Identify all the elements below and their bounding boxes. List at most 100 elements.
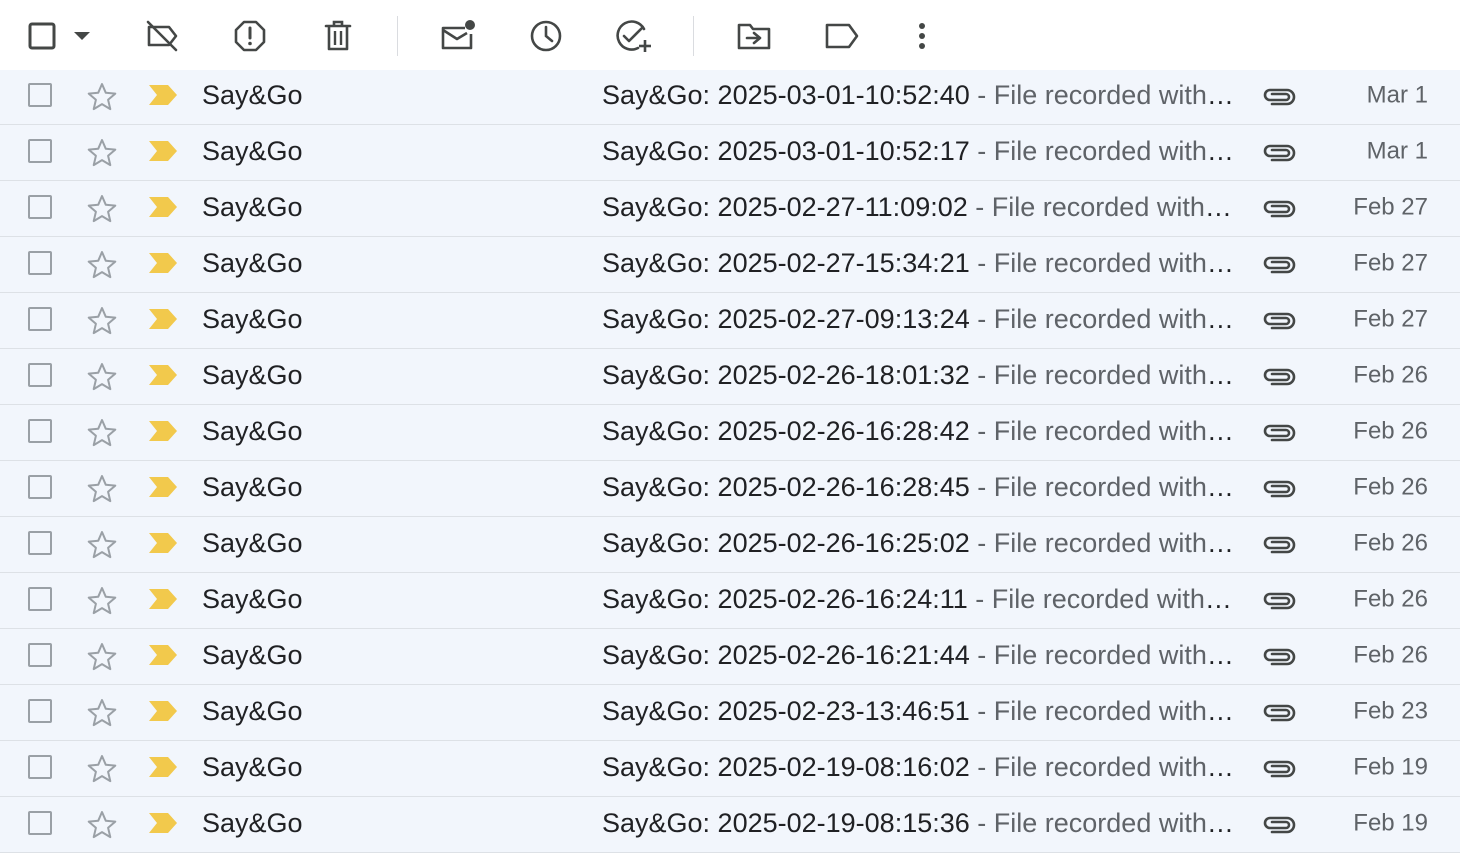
attachment-icon[interactable] (1260, 419, 1298, 447)
star-icon[interactable] (86, 193, 118, 225)
star-icon[interactable] (86, 249, 118, 281)
sender-name: Say&Go (202, 527, 303, 558)
row-checkbox[interactable] (28, 138, 52, 163)
snooze-button[interactable] (526, 16, 566, 56)
importance-marker-icon[interactable] (148, 588, 178, 610)
star-icon[interactable] (86, 753, 118, 785)
row-checkbox[interactable] (28, 530, 52, 555)
report-spam-button[interactable] (230, 16, 270, 56)
star-icon[interactable] (86, 585, 118, 617)
subject-line: Say&Go: 2025-02-26-16:28:42 - File recor… (602, 415, 1238, 446)
sender-name: Say&Go (202, 807, 303, 838)
row-checkbox[interactable] (28, 362, 52, 387)
star-icon[interactable] (86, 697, 118, 729)
row-checkbox[interactable] (28, 698, 52, 723)
email-row[interactable]: Say&Go Say&Go: 2025-02-26-16:25:02 - Fil… (0, 517, 1460, 573)
sender-name: Say&Go (202, 359, 303, 390)
subject-line: Say&Go: 2025-02-27-11:09:02 - File recor… (602, 191, 1238, 222)
importance-marker-icon[interactable] (148, 252, 178, 274)
star-icon[interactable] (86, 809, 118, 841)
star-icon[interactable] (86, 529, 118, 561)
importance-marker-icon[interactable] (148, 84, 178, 106)
sender-name: Say&Go (202, 415, 303, 446)
labels-button[interactable] (822, 16, 862, 56)
importance-marker-icon[interactable] (148, 812, 178, 834)
row-checkbox[interactable] (28, 474, 52, 499)
attachment-icon[interactable] (1260, 195, 1298, 223)
email-date: Feb 19 (1353, 753, 1428, 781)
email-row[interactable]: Say&Go Say&Go: 2025-02-19-08:16:02 - Fil… (0, 741, 1460, 797)
email-row[interactable]: Say&Go Say&Go: 2025-02-26-16:28:45 - Fil… (0, 461, 1460, 517)
move-to-button[interactable] (734, 16, 774, 56)
add-to-tasks-button[interactable] (614, 16, 654, 56)
importance-marker-icon[interactable] (148, 420, 178, 442)
email-row[interactable]: Say&Go Say&Go: 2025-02-23-13:46:51 - Fil… (0, 685, 1460, 741)
row-checkbox[interactable] (28, 250, 52, 275)
email-row[interactable]: Say&Go Say&Go: 2025-03-01-10:52:40 - Fil… (0, 70, 1460, 125)
star-icon[interactable] (86, 305, 118, 337)
sender-name: Say&Go (202, 471, 303, 502)
row-checkbox[interactable] (28, 754, 52, 779)
row-checkbox[interactable] (28, 306, 52, 331)
star-icon[interactable] (86, 417, 118, 449)
delete-button[interactable] (318, 16, 358, 56)
email-row[interactable]: Say&Go Say&Go: 2025-03-01-10:52:17 - Fil… (0, 125, 1460, 181)
row-checkbox[interactable] (28, 194, 52, 219)
more-button[interactable] (902, 16, 942, 56)
mark-unread-button[interactable] (438, 16, 478, 56)
importance-marker-icon[interactable] (148, 476, 178, 498)
attachment-icon[interactable] (1260, 139, 1298, 167)
row-checkbox[interactable] (28, 642, 52, 667)
email-row[interactable]: Say&Go Say&Go: 2025-02-27-11:09:02 - Fil… (0, 181, 1460, 237)
importance-marker-icon[interactable] (148, 756, 178, 778)
email-date: Mar 1 (1366, 137, 1428, 165)
attachment-icon[interactable] (1260, 755, 1298, 783)
sender-name: Say&Go (202, 135, 303, 166)
attachment-icon[interactable] (1260, 251, 1298, 279)
attachment-icon[interactable] (1260, 811, 1298, 839)
email-date: Feb 27 (1353, 305, 1428, 333)
email-row[interactable]: Say&Go Say&Go: 2025-02-27-09:13:24 - Fil… (0, 293, 1460, 349)
star-icon[interactable] (86, 473, 118, 505)
row-checkbox[interactable] (28, 418, 52, 443)
select-all-checkbox[interactable] (22, 16, 62, 56)
importance-marker-icon[interactable] (148, 364, 178, 386)
email-row[interactable]: Say&Go Say&Go: 2025-02-19-08:15:36 - Fil… (0, 797, 1460, 853)
more-vert-icon (919, 23, 925, 49)
row-checkbox[interactable] (28, 586, 52, 611)
star-icon[interactable] (86, 641, 118, 673)
importance-marker-icon[interactable] (148, 700, 178, 722)
email-row[interactable]: Say&Go Say&Go: 2025-02-26-16:24:11 - Fil… (0, 573, 1460, 629)
star-icon[interactable] (86, 137, 118, 169)
email-row[interactable]: Say&Go Say&Go: 2025-02-26-18:01:32 - Fil… (0, 349, 1460, 405)
attachment-icon[interactable] (1260, 587, 1298, 615)
not-important-button[interactable] (142, 16, 182, 56)
attachment-icon[interactable] (1260, 307, 1298, 335)
attachment-icon[interactable] (1260, 363, 1298, 391)
importance-marker-icon[interactable] (148, 196, 178, 218)
importance-marker-icon[interactable] (148, 140, 178, 162)
subject-line: Say&Go: 2025-02-19-08:15:36 - File recor… (602, 807, 1238, 838)
snippet-text: - File recorded with Say&Go (977, 807, 1238, 838)
email-date: Feb 19 (1353, 809, 1428, 837)
star-icon[interactable] (86, 361, 118, 393)
attachment-icon[interactable] (1260, 699, 1298, 727)
star-icon[interactable] (86, 81, 118, 113)
email-row[interactable]: Say&Go Say&Go: 2025-02-26-16:21:44 - Fil… (0, 629, 1460, 685)
attachment-icon[interactable] (1260, 531, 1298, 559)
select-dropdown[interactable] (62, 16, 102, 56)
label-off-icon (146, 20, 178, 52)
attachment-icon[interactable] (1260, 475, 1298, 503)
row-checkbox[interactable] (28, 83, 52, 107)
report-icon (234, 20, 266, 52)
attachment-icon[interactable] (1260, 83, 1298, 111)
row-checkbox[interactable] (28, 810, 52, 835)
importance-marker-icon[interactable] (148, 644, 178, 666)
checkbox-icon (28, 22, 56, 50)
importance-marker-icon[interactable] (148, 308, 178, 330)
attachment-icon[interactable] (1260, 643, 1298, 671)
email-row[interactable]: Say&Go Say&Go: 2025-02-26-16:28:42 - Fil… (0, 405, 1460, 461)
mark-unread-icon (441, 20, 475, 50)
importance-marker-icon[interactable] (148, 532, 178, 554)
email-row[interactable]: Say&Go Say&Go: 2025-02-27-15:34:21 - Fil… (0, 237, 1460, 293)
